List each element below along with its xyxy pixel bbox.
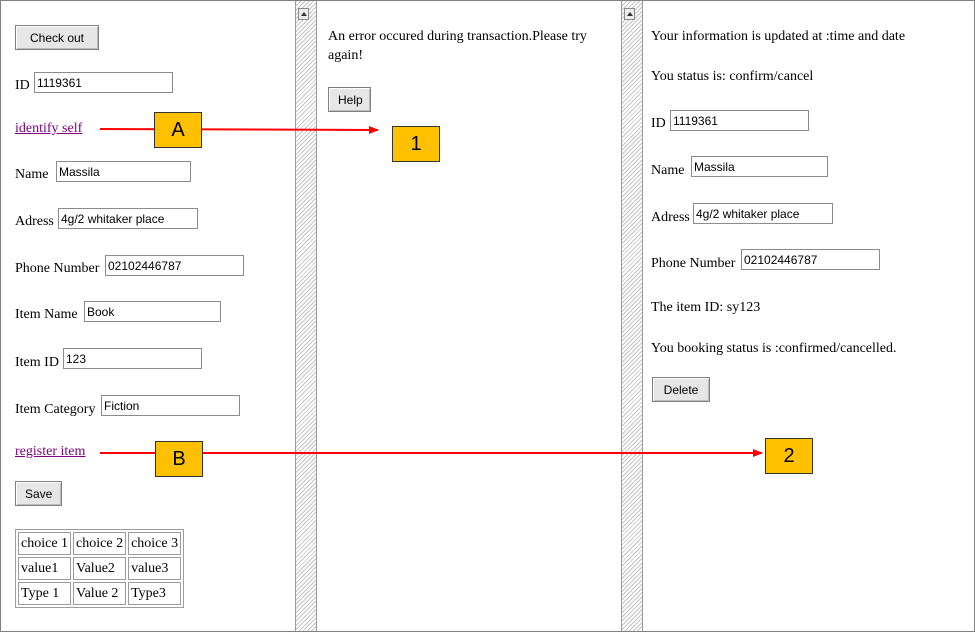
delete-button[interactable]: Delete — [652, 377, 710, 402]
id-label: ID — [651, 116, 666, 131]
right-frame: Your information is updated at :time and… — [643, 1, 974, 631]
address-label: Adress — [651, 210, 690, 225]
id-label: ID — [15, 78, 30, 93]
name-field[interactable] — [56, 161, 191, 182]
table-cell: value1 — [18, 557, 72, 580]
table-row: Type 1 Value 2 Type3 — [18, 582, 182, 605]
table-row: value1 Value2 value3 — [18, 557, 182, 580]
error-message-line-1: An error occured during transaction.Plea… — [328, 29, 587, 44]
table-cell: Value2 — [73, 557, 127, 580]
item-id-field[interactable] — [63, 348, 202, 369]
address-field[interactable] — [58, 208, 198, 229]
table-cell: Type 1 — [18, 582, 72, 605]
table-cell: value3 — [128, 557, 182, 580]
name-field[interactable] — [691, 156, 828, 177]
identify-self-link[interactable]: identify self — [15, 121, 82, 137]
status-text: You status is: confirm/cancel — [651, 69, 814, 84]
table-cell: choice 2 — [73, 532, 127, 555]
address-label: Adress — [15, 214, 54, 229]
phone-field[interactable] — [741, 249, 880, 270]
callout-a: A — [154, 112, 202, 148]
callout-1: 1 — [392, 126, 440, 162]
register-item-link[interactable]: register item — [15, 444, 85, 460]
table-cell: choice 1 — [18, 532, 72, 555]
left-frame: Check out ID identify self Name Adress P… — [1, 1, 294, 631]
item-id-label: Item ID — [15, 355, 59, 370]
callout-b: B — [155, 441, 203, 477]
left-frame-scrollbar[interactable] — [295, 1, 317, 631]
middle-frame-scrollbar[interactable] — [621, 1, 643, 631]
item-name-label: Item Name — [15, 307, 78, 322]
error-message-line-2: again! — [328, 48, 363, 63]
updated-info-text: Your information is updated at :time and… — [651, 29, 906, 44]
item-category-field[interactable] — [101, 395, 240, 416]
phone-field[interactable] — [105, 255, 244, 276]
save-button[interactable]: Save — [15, 481, 62, 506]
booking-status-text: You booking status is :confirmed/cancell… — [651, 341, 897, 356]
id-field[interactable] — [670, 110, 809, 131]
table-cell: Value 2 — [73, 582, 127, 605]
callout-2: 2 — [765, 438, 813, 474]
item-id-text: The item ID: sy123 — [651, 300, 761, 315]
scroll-up-arrow-icon[interactable] — [624, 8, 635, 20]
name-label: Name — [15, 167, 49, 182]
choices-table: choice 1 choice 2 choice 3 value1 Value2… — [15, 529, 185, 608]
checkout-button[interactable]: Check out — [15, 25, 99, 50]
table-cell: Type3 — [128, 582, 182, 605]
phone-label: Phone Number — [15, 261, 100, 276]
middle-frame: An error occured during transaction.Plea… — [317, 1, 620, 631]
item-category-label: Item Category — [15, 402, 96, 417]
item-name-field[interactable] — [84, 301, 221, 322]
help-button[interactable]: Help — [328, 87, 371, 112]
scroll-up-arrow-icon[interactable] — [298, 8, 309, 20]
id-field[interactable] — [34, 72, 173, 93]
address-field[interactable] — [693, 203, 833, 224]
name-label: Name — [651, 163, 685, 178]
table-row: choice 1 choice 2 choice 3 — [18, 532, 182, 555]
phone-label: Phone Number — [651, 256, 736, 271]
table-cell: choice 3 — [128, 532, 182, 555]
